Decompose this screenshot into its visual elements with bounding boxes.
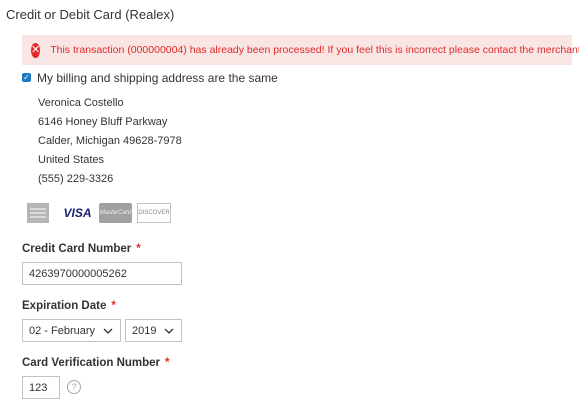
discover-card-icon: DISCOVER (137, 203, 171, 223)
amex-card-icon (27, 203, 49, 223)
question-mark-icon[interactable]: ? (67, 380, 81, 394)
chevron-down-icon (103, 328, 113, 334)
payment-method-title: Credit or Debit Card (Realex) (6, 7, 175, 22)
same-address-checkbox[interactable]: ✓ (22, 73, 31, 82)
error-text: This transaction (000000004) has already… (50, 44, 579, 56)
address-name: Veronica Costello (38, 97, 124, 109)
chevron-down-icon (164, 328, 174, 334)
card-number-input[interactable]: 4263970000005262 (22, 262, 182, 285)
address-country: United States (38, 154, 105, 166)
cvv-input[interactable]: 123 (22, 376, 60, 399)
card-number-label: Credit Card Number * (22, 243, 141, 255)
address-city: Calder, Michigan 49628-7978 (38, 135, 182, 147)
expiration-month-value: 02 - February (29, 324, 96, 337)
expiration-year-value: 2019 (132, 324, 157, 337)
same-address-label[interactable]: My billing and shipping address are the … (37, 71, 278, 85)
address-street: 6146 Honey Bluff Parkway (38, 116, 168, 128)
expiration-date-label: Expiration Date * (22, 300, 116, 312)
expiration-month-select[interactable]: 02 - February (22, 319, 121, 342)
visa-card-icon: VISA (63, 206, 92, 220)
mastercard-card-icon: MasterCard (99, 203, 132, 223)
error-x-icon: ✕ (31, 42, 41, 58)
address-phone: (555) 229-3326 (38, 173, 114, 185)
error-message: ✕ This transaction (000000004) has alrea… (22, 35, 579, 65)
expiration-year-select[interactable]: 2019 (125, 319, 182, 342)
cvv-label: Card Verification Number * (22, 357, 170, 369)
